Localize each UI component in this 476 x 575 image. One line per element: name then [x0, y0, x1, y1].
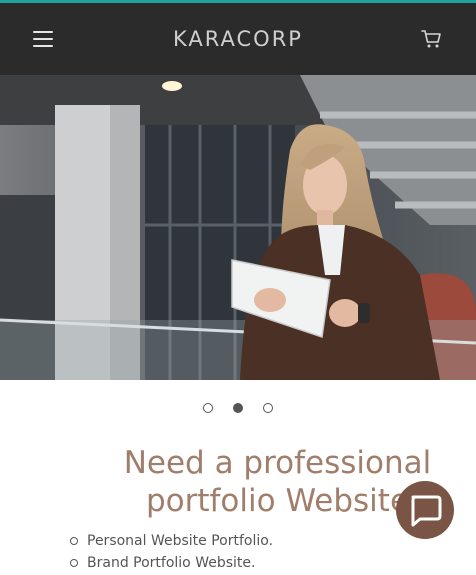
feature-list: Personal Website Portfolio. Brand Portfo…	[70, 531, 273, 575]
brand-logo[interactable]: KARACORP	[0, 27, 476, 51]
feature-item: Brand Portfolio Website.	[70, 553, 273, 575]
shopping-cart-icon[interactable]	[421, 29, 443, 49]
carousel-dot-1[interactable]	[203, 403, 213, 413]
carousel-dot-3[interactable]	[263, 403, 273, 413]
heading-line-1: Need a professional	[123, 445, 432, 481]
carousel-dot-2[interactable]	[233, 403, 243, 413]
hero-image	[0, 75, 476, 380]
carousel-dots	[0, 403, 476, 417]
site-header: KARACORP	[0, 3, 476, 75]
chat-bubble-icon	[411, 495, 442, 527]
feature-item: Personal Website Portfolio.	[70, 531, 273, 553]
chat-button[interactable]	[396, 481, 454, 539]
